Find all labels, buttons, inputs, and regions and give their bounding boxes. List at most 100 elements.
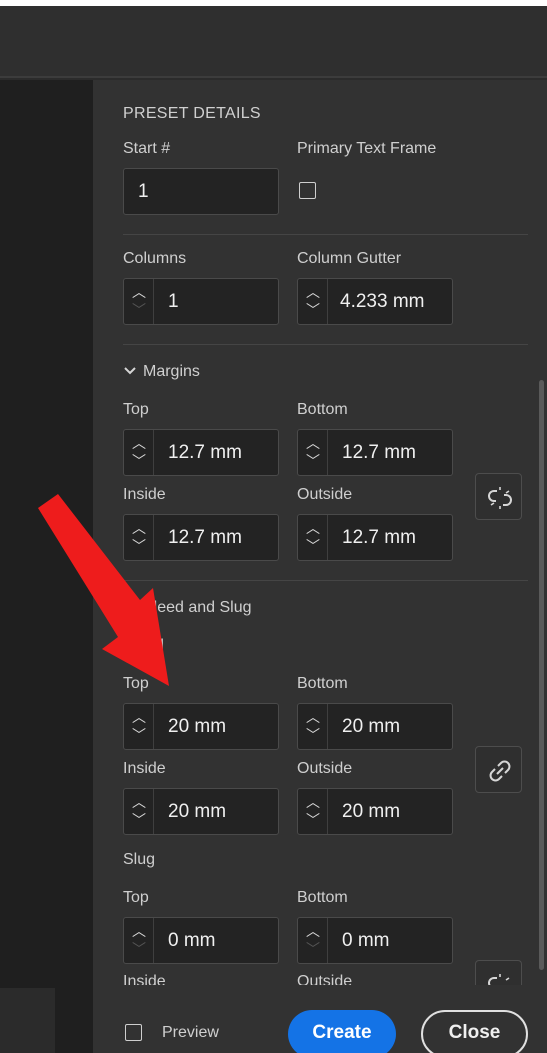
divider [123,344,528,345]
stepper-up-icon[interactable]: ︿ [132,285,146,299]
chevron-down-icon [123,599,137,617]
start-number-label: Start # [123,140,171,157]
bleed-inside-value: 20 mm [168,801,227,822]
primary-text-frame-label: Primary Text Frame [297,140,437,157]
stepper-up-icon[interactable]: ︿ [132,521,146,535]
margin-bottom-label: Bottom [297,401,348,418]
bleed-inside-field[interactable]: ︿ ﹀ 20 mm [123,788,279,835]
start-number-value: 1 [138,181,149,202]
margin-inside-stepper[interactable]: ︿ ﹀ [124,515,154,560]
bleed-slug-toggle[interactable]: Bleed and Slug [123,599,252,617]
bleed-slug-title: Bleed and Slug [143,599,252,616]
stepper-down-icon[interactable]: ﹀ [306,454,320,468]
column-gutter-stepper[interactable]: ︿ ﹀ [298,279,328,324]
stepper-down-icon[interactable]: ﹀ [306,942,320,956]
preset-details-heading: PRESET DETAILS [123,105,261,122]
stepper-up-icon[interactable]: ︿ [306,795,320,809]
slug-top-label: Top [123,889,149,906]
primary-text-frame-checkbox[interactable] [299,182,316,199]
preview-checkbox[interactable] [125,1024,142,1041]
stepper-down-icon[interactable]: ﹀ [306,303,320,317]
bleed-bottom-label: Bottom [297,675,348,692]
slug-inside-label: Inside [123,973,166,985]
bleed-label: Bleed [123,637,164,654]
stepper-up-icon[interactable]: ︿ [306,924,320,938]
slug-top-value: 0 mm [168,930,216,951]
start-number-field[interactable]: 1 [123,168,279,215]
unlink-icon [488,974,510,985]
slug-top-field[interactable]: ︿ ﹀ 0 mm [123,917,279,964]
document-preview-pane [0,80,93,988]
slug-link-button[interactable] [475,960,522,985]
column-gutter-value: 4.233 mm [340,291,425,312]
slug-label: Slug [123,851,156,868]
column-gutter-label: Column Gutter [297,250,402,267]
margins-link-button[interactable] [475,473,522,520]
bleed-top-field[interactable]: ︿ ﹀ 20 mm [123,703,279,750]
margin-inside-field[interactable]: ︿ ﹀ 12.7 mm [123,514,279,561]
slug-outside-label: Outside [297,973,353,985]
stepper-down-icon[interactable]: ﹀ [132,303,146,317]
stepper-up-icon[interactable]: ︿ [306,436,320,450]
column-gutter-field[interactable]: ︿ ﹀ 4.233 mm [297,278,453,325]
bleed-inside-stepper[interactable]: ︿ ﹀ [124,789,154,834]
columns-field[interactable]: ︿ ﹀ 1 [123,278,279,325]
margin-outside-stepper[interactable]: ︿ ﹀ [298,515,328,560]
create-button[interactable]: Create [288,1010,396,1053]
bleed-outside-label: Outside [297,760,353,777]
bleed-top-stepper[interactable]: ︿ ﹀ [124,704,154,749]
stepper-down-icon[interactable]: ﹀ [132,539,146,553]
divider [123,234,528,235]
margins-title: Margins [143,363,200,380]
unlink-icon [488,487,512,509]
columns-stepper[interactable]: ︿ ﹀ [124,279,154,324]
stepper-up-icon[interactable]: ︿ [132,795,146,809]
bleed-bottom-value: 20 mm [342,716,401,737]
bleed-link-button[interactable] [475,746,522,793]
bleed-outside-value: 20 mm [342,801,401,822]
stepper-up-icon[interactable]: ︿ [132,924,146,938]
margin-top-field[interactable]: ︿ ﹀ 12.7 mm [123,429,279,476]
margin-top-value: 12.7 mm [168,442,242,463]
slug-top-stepper[interactable]: ︿ ﹀ [124,918,154,963]
slug-bottom-label: Bottom [297,889,348,906]
chevron-down-icon [123,363,137,381]
bleed-bottom-stepper[interactable]: ︿ ﹀ [298,704,328,749]
divider [123,580,528,581]
bleed-outside-stepper[interactable]: ︿ ﹀ [298,789,328,834]
margin-inside-label: Inside [123,486,166,503]
close-button[interactable]: Close [421,1010,528,1053]
margin-top-stepper[interactable]: ︿ ﹀ [124,430,154,475]
margin-bottom-stepper[interactable]: ︿ ﹀ [298,430,328,475]
stepper-down-icon[interactable]: ﹀ [306,728,320,742]
panel-scrollbar[interactable] [539,380,544,970]
left-bottom-strip [0,988,55,1053]
stepper-up-icon[interactable]: ︿ [306,710,320,724]
margin-bottom-field[interactable]: ︿ ﹀ 12.7 mm [297,429,453,476]
stepper-down-icon[interactable]: ﹀ [132,942,146,956]
bleed-inside-label: Inside [123,760,166,777]
slug-bottom-value: 0 mm [342,930,390,951]
stepper-down-icon[interactable]: ﹀ [132,813,146,827]
margin-outside-value: 12.7 mm [342,527,416,548]
margin-outside-field[interactable]: ︿ ﹀ 12.7 mm [297,514,453,561]
slug-bottom-field[interactable]: ︿ ﹀ 0 mm [297,917,453,964]
stepper-up-icon[interactable]: ︿ [306,521,320,535]
slug-bottom-stepper[interactable]: ︿ ﹀ [298,918,328,963]
stepper-up-icon[interactable]: ︿ [132,710,146,724]
margins-toggle[interactable]: Margins [123,363,200,381]
bleed-top-label: Top [123,675,149,692]
stepper-down-icon[interactable]: ﹀ [132,454,146,468]
margin-outside-label: Outside [297,486,353,503]
stepper-down-icon[interactable]: ﹀ [306,813,320,827]
stepper-up-icon[interactable]: ︿ [132,436,146,450]
stepper-down-icon[interactable]: ﹀ [306,539,320,553]
stepper-up-icon[interactable]: ︿ [306,285,320,299]
margin-top-label: Top [123,401,149,418]
stepper-down-icon[interactable]: ﹀ [132,728,146,742]
link-icon [489,760,511,782]
bleed-outside-field[interactable]: ︿ ﹀ 20 mm [297,788,453,835]
bleed-bottom-field[interactable]: ︿ ﹀ 20 mm [297,703,453,750]
preview-label: Preview [162,1024,219,1041]
bleed-top-value: 20 mm [168,716,227,737]
